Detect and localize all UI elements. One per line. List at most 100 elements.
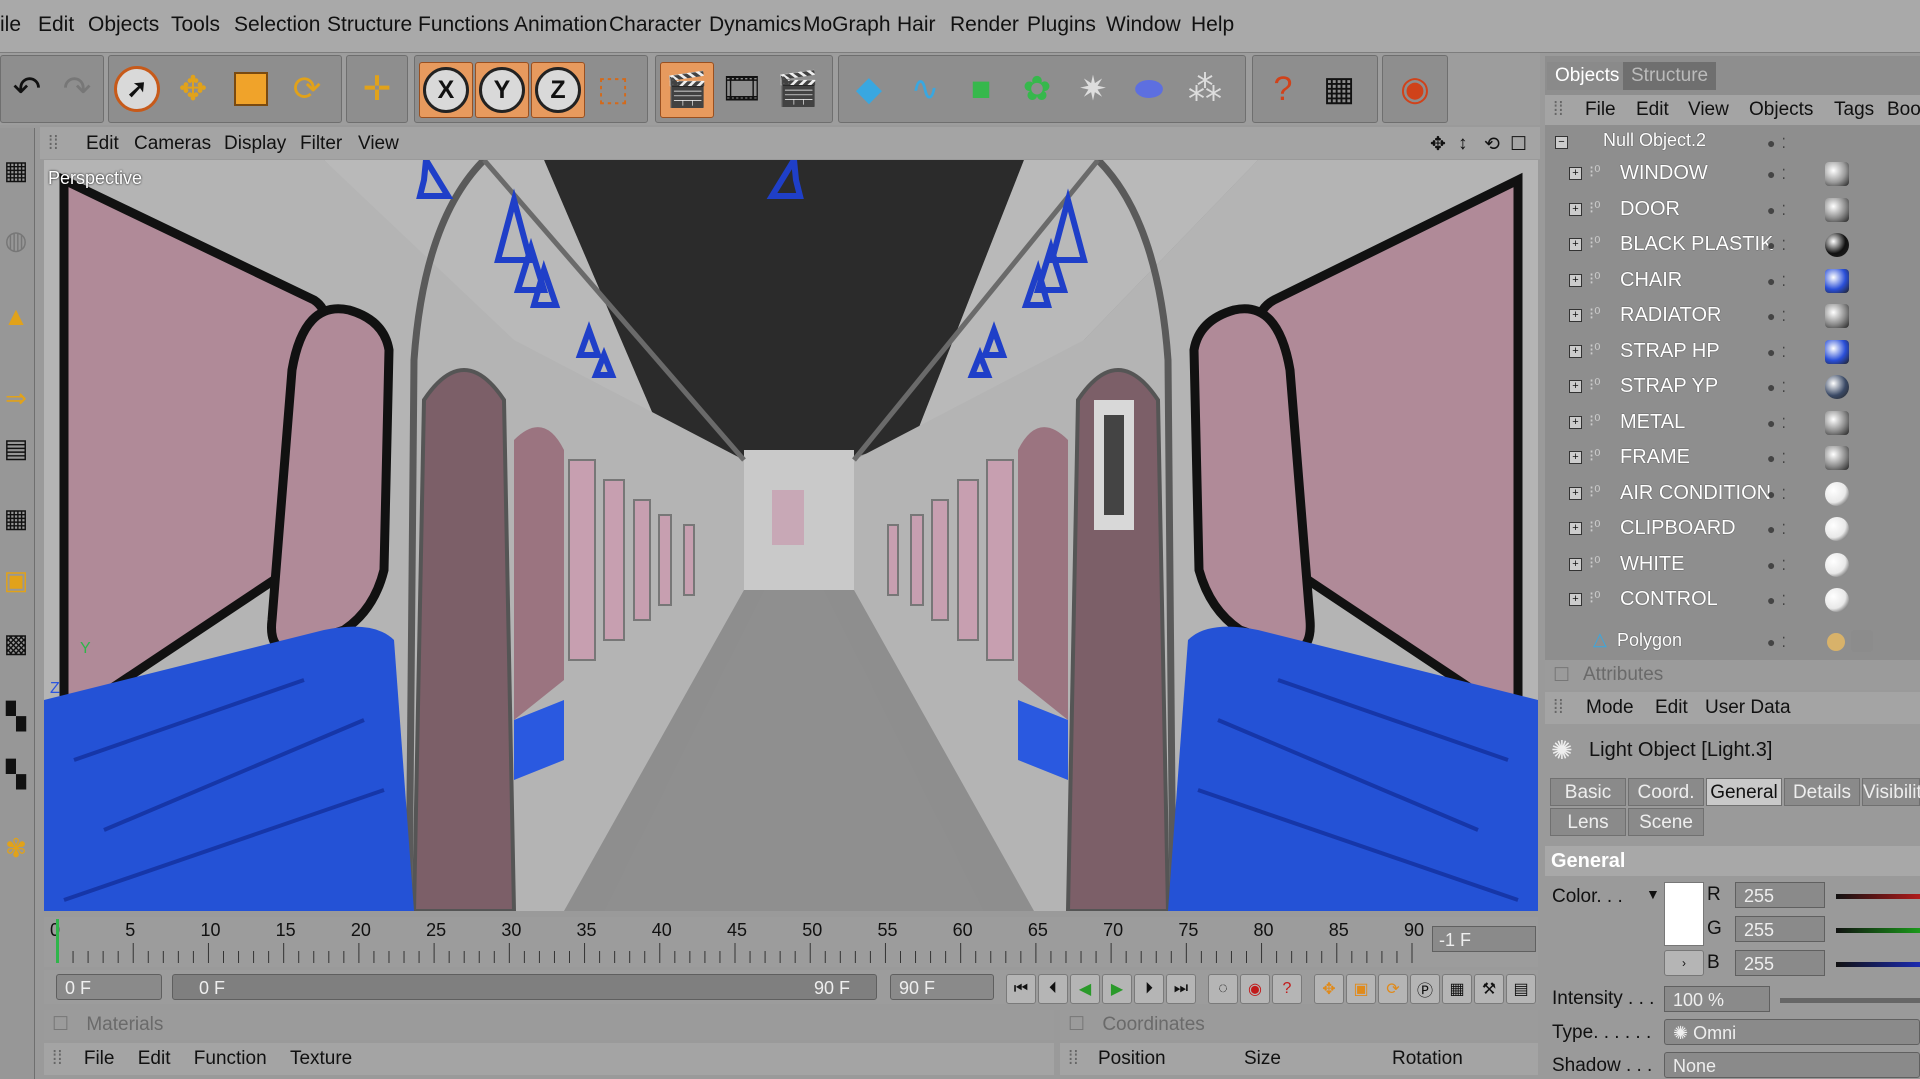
visibility-dots-icon[interactable]: ●⁚ [1767, 557, 1792, 574]
r-value-field[interactable]: 255 [1735, 882, 1825, 908]
visibility-dots-icon[interactable]: ●⁚ [1767, 273, 1792, 290]
materials-menu-texture[interactable]: Texture [290, 1048, 352, 1069]
texture-mode-icon[interactable]: ◍ [0, 220, 32, 260]
material-tag-icon[interactable] [1825, 339, 1849, 364]
menu-objects[interactable]: Objects [88, 13, 159, 37]
help-cursor-icon[interactable]: ? [1257, 62, 1309, 116]
grid-mode-icon[interactable]: ▦ [0, 498, 32, 538]
snap-icon[interactable]: ▚ [0, 754, 32, 794]
next-key-icon[interactable]: ⏵ [1134, 974, 1164, 1004]
objects-menu-tags[interactable]: Tags [1834, 99, 1874, 121]
render-picture-viewer-icon[interactable]: 🎞 [716, 62, 768, 116]
key-parameter-icon[interactable]: Ⓟ [1410, 974, 1440, 1004]
object-row[interactable]: + ⁝⁰ DOOR ●⁚ [1545, 195, 1920, 224]
y-axis-lock-button[interactable]: Y [475, 62, 529, 118]
menu-file[interactable]: ile [0, 13, 21, 37]
visibility-dots-icon[interactable]: ●⁚ [1767, 521, 1792, 538]
material-tag-icon[interactable] [1825, 233, 1849, 257]
object-row-null[interactable]: − Null Object.2 ●⁚ [1545, 128, 1920, 157]
cube-icon[interactable]: ◆ [843, 62, 895, 116]
expand-icon[interactable]: + [1569, 522, 1582, 535]
select-tool-icon[interactable]: ➚ [111, 62, 163, 116]
visibility-dots-icon[interactable]: ●⁚ [1767, 237, 1792, 254]
material-tag-icon[interactable] [1851, 630, 1873, 652]
viewport-menu-edit[interactable]: Edit [86, 133, 119, 155]
range-scrubber[interactable]: 0 F 90 F [172, 974, 877, 1000]
g-value-field[interactable]: 255 [1735, 916, 1825, 942]
previous-key-icon[interactable]: ⏴ [1038, 974, 1068, 1004]
particles-icon[interactable]: ⁂ [1179, 62, 1231, 116]
z-axis-lock-button[interactable]: Z [531, 62, 585, 118]
menu-mograph[interactable]: MoGraph [803, 13, 891, 37]
spline-icon[interactable]: ∿ [899, 62, 951, 116]
material-tag-icon[interactable] [1825, 375, 1849, 399]
menu-selection[interactable]: Selection [234, 13, 320, 37]
color-picker-toggle-icon[interactable]: › [1664, 950, 1704, 976]
menu-plugins[interactable]: Plugins [1027, 13, 1096, 37]
polygons-mode-icon[interactable]: ▤ [0, 428, 32, 468]
material-tag-icon[interactable] [1825, 517, 1849, 541]
intensity-field[interactable]: 100 % [1664, 986, 1770, 1012]
visibility-dots-icon[interactable]: ●⁚ [1767, 308, 1792, 325]
viewport-move-icon[interactable]: ✥ [1430, 133, 1446, 156]
viewport-maximize-icon[interactable]: ☐ [1510, 133, 1527, 156]
key-scale-icon[interactable]: ▣ [1346, 974, 1376, 1004]
materials-menu-file[interactable]: File [84, 1048, 115, 1069]
attr-tab-basic[interactable]: Basic [1550, 778, 1626, 806]
points-mode-icon[interactable]: ▲ [0, 296, 32, 336]
material-tag-icon[interactable] [1825, 304, 1849, 328]
timeline-settings-icon[interactable]: ▤ [1506, 974, 1536, 1004]
objects-menu-bookmarks[interactable]: Book [1887, 99, 1920, 121]
current-frame-field[interactable]: -1 F [1432, 926, 1536, 952]
menu-functions[interactable]: Functions [418, 13, 509, 37]
material-tag-icon[interactable] [1827, 633, 1845, 651]
visibility-dots-icon[interactable]: ●⁚ [1767, 592, 1792, 609]
object-row[interactable]: + ⁝⁰ BLACK PLASTIK ●⁚ [1545, 230, 1920, 259]
attr-tab-details[interactable]: Details [1784, 778, 1860, 806]
coordinate-system-icon[interactable]: ⬚ [587, 62, 639, 116]
object-row[interactable]: + ⁝⁰ STRAP HP ●⁚ [1545, 337, 1920, 366]
play-forward-icon[interactable]: ▶ [1102, 974, 1132, 1004]
viewport-rotate-icon[interactable]: ⟲ [1484, 133, 1500, 156]
intensity-slider[interactable] [1780, 998, 1920, 1003]
workplane-icon[interactable]: ▩ [0, 623, 32, 663]
render-settings-icon[interactable]: 🎬 [772, 62, 824, 116]
play-backward-icon[interactable]: ◀ [1070, 974, 1100, 1004]
object-axis-icon[interactable]: ▣ [0, 560, 32, 600]
expand-icon[interactable]: + [1569, 344, 1582, 358]
attributes-menu-mode[interactable]: Mode [1586, 697, 1634, 719]
key-tool-icon[interactable]: ⚒ [1474, 974, 1504, 1004]
menu-animation[interactable]: Animation [514, 13, 607, 37]
object-row[interactable]: + ⁝⁰ WINDOW ●⁚ [1545, 159, 1920, 188]
tab-objects[interactable]: Objects [1547, 62, 1628, 90]
object-row[interactable]: + ⁝⁰ STRAP YP ●⁚ [1545, 372, 1920, 401]
menu-help[interactable]: Help [1191, 13, 1234, 37]
key-position-icon[interactable]: ✥ [1314, 974, 1344, 1004]
visibility-dots-icon[interactable]: ●⁚ [1767, 344, 1792, 361]
type-dropdown[interactable]: ✺ Omni [1664, 1019, 1920, 1045]
visibility-dots-icon[interactable]: ●⁚ [1767, 135, 1792, 152]
materials-menu-edit[interactable]: Edit [138, 1048, 171, 1069]
objects-menu-file[interactable]: File [1585, 99, 1616, 121]
start-frame-field[interactable]: 0 F [56, 974, 162, 1000]
material-tag-icon[interactable] [1825, 197, 1849, 222]
object-row[interactable]: + ⁝⁰ WHITE ●⁚ [1545, 550, 1920, 579]
visibility-dots-icon[interactable]: ●⁚ [1767, 450, 1792, 467]
timeline-ruler[interactable]: 0 5 10 15 20 25 30 35 40 45 50 55 60 65 70 75 80 85 90 [44, 917, 1538, 967]
material-tag-icon[interactable] [1825, 481, 1849, 506]
menu-render[interactable]: Render [950, 13, 1019, 37]
array-icon[interactable]: ✿ [1011, 62, 1063, 116]
menu-character[interactable]: Character [609, 13, 701, 37]
panel-checkbox-icon[interactable]: ☐ [1553, 664, 1570, 687]
expand-icon[interactable]: + [1569, 202, 1582, 216]
sculpt-icon[interactable]: ✾ [0, 828, 32, 868]
redo-icon[interactable]: ↷ [51, 62, 103, 116]
panel-checkbox-icon[interactable]: ☐ [1068, 1014, 1085, 1035]
render-view-icon[interactable]: 🎬 [660, 62, 714, 118]
material-tag-icon[interactable] [1825, 410, 1849, 435]
tab-structure[interactable]: Structure [1623, 62, 1717, 90]
b-slider[interactable] [1836, 962, 1920, 967]
expand-icon[interactable]: + [1569, 486, 1582, 500]
menu-tools[interactable]: Tools [171, 13, 220, 37]
object-row[interactable]: + ⁝⁰ FRAME ●⁚ [1545, 443, 1920, 472]
